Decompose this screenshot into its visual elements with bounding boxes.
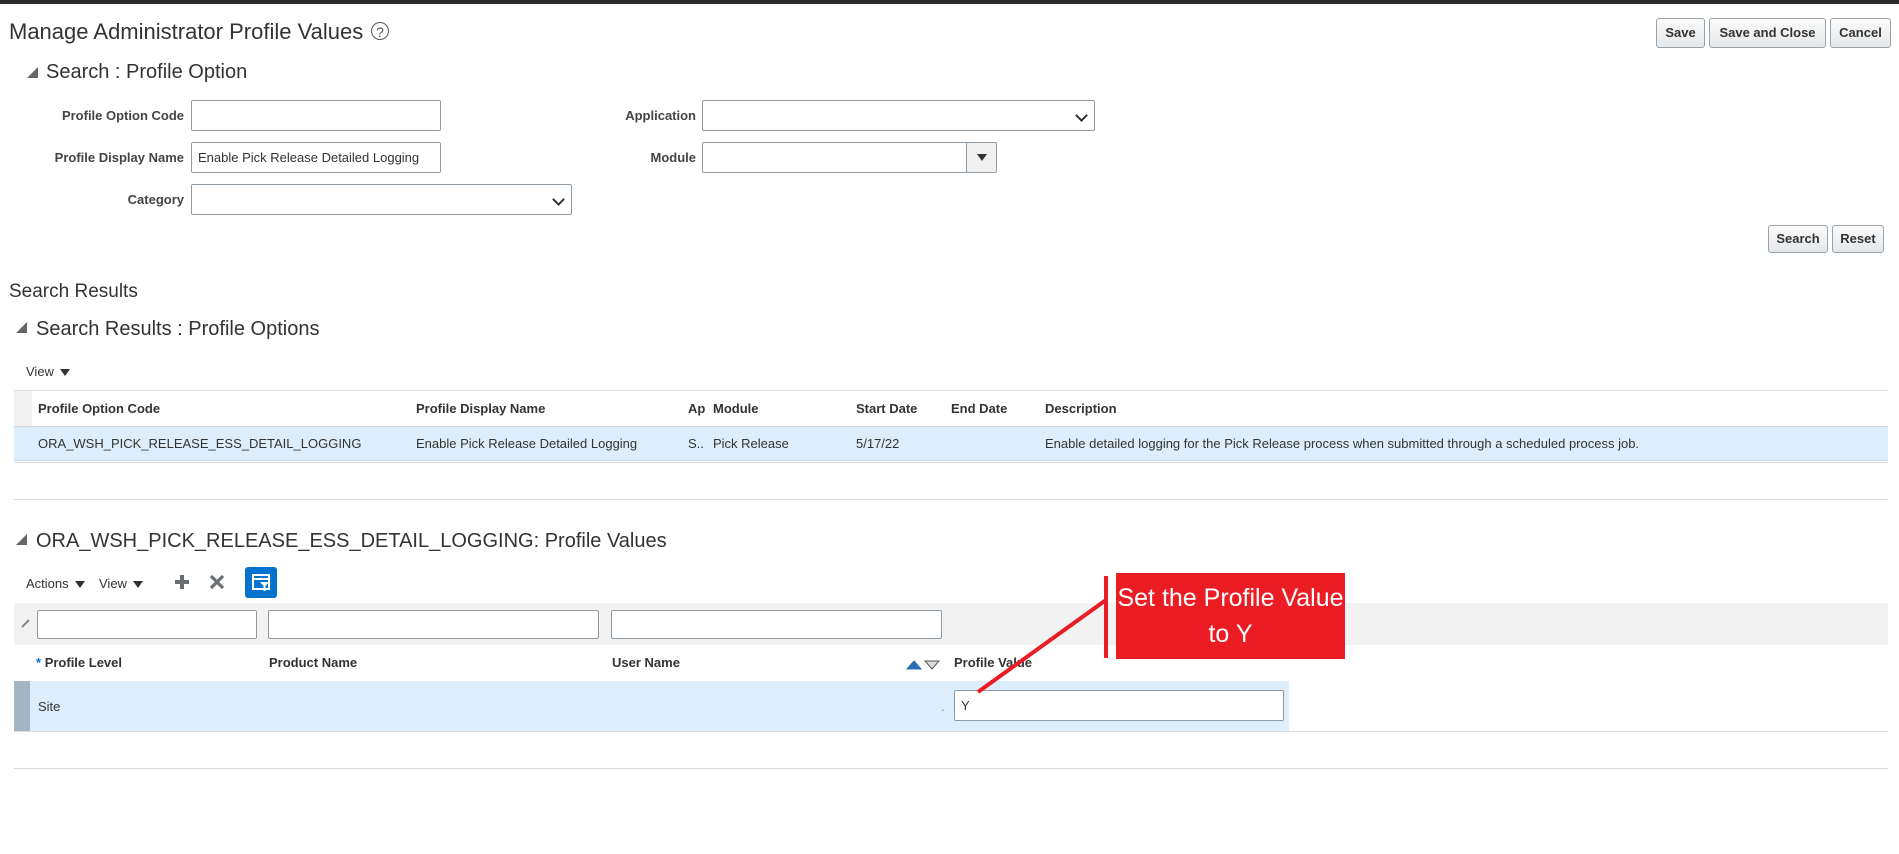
col-end-date[interactable]: End Date (951, 401, 1007, 416)
cell-start-date: 5/17/22 (856, 436, 900, 451)
col-profile-display-name[interactable]: Profile Display Name (416, 401, 545, 416)
cell-profile-level: Site (38, 699, 61, 714)
row-selector[interactable] (14, 681, 30, 731)
search-section-title: Search : Profile Option (46, 61, 248, 83)
col-profile-level[interactable]: * Profile Level (36, 655, 122, 670)
cell-application: S.. (688, 436, 704, 451)
help-circle-icon[interactable]: ? (371, 22, 389, 40)
module-combobox[interactable] (702, 142, 997, 173)
category-select[interactable] (191, 184, 572, 215)
save-and-close-button[interactable]: Save and Close (1709, 18, 1826, 48)
callout-pointer (976, 576, 1108, 694)
results-section-title: Search Results : Profile Options (36, 318, 320, 340)
cell-module: Pick Release (713, 436, 789, 451)
view-menu[interactable]: View (99, 576, 143, 591)
page-title: Manage Administrator Profile Values (9, 19, 364, 44)
profile-option-code-input[interactable] (191, 100, 441, 131)
search-results-heading: Search Results (9, 281, 138, 302)
caret-down-icon (59, 369, 70, 377)
sort-icon[interactable] (905, 657, 941, 671)
dropdown-arrow-icon[interactable] (966, 143, 996, 172)
col-profile-option-code[interactable]: Profile Option Code (38, 401, 160, 416)
filter-user-name-input[interactable] (611, 610, 942, 639)
required-asterisk-icon: * (36, 655, 42, 670)
chevron-down-icon (1075, 109, 1088, 122)
col-profile-level-label: Profile Level (44, 655, 122, 670)
pencil-icon (20, 617, 32, 629)
collapse-triangle-icon[interactable] (27, 67, 38, 78)
filter-product-name-input[interactable] (268, 610, 599, 639)
collapse-triangle-icon[interactable] (16, 534, 27, 545)
filter-profile-level-input[interactable] (37, 610, 257, 639)
chevron-down-icon (552, 193, 565, 206)
cell-display-name: Enable Pick Release Detailed Logging (416, 436, 638, 451)
divider (14, 731, 1888, 732)
application-label: Application (625, 108, 696, 123)
divider (14, 499, 1888, 500)
profile-display-name-input[interactable]: Enable Pick Release Detailed Logging (191, 142, 441, 173)
actions-menu[interactable]: Actions (26, 576, 85, 591)
actions-menu-label: Actions (26, 576, 69, 591)
col-product-name[interactable]: Product Name (269, 655, 357, 670)
divider (14, 390, 1888, 391)
save-button[interactable]: Save (1656, 18, 1705, 48)
col-application[interactable]: Ap (688, 401, 705, 416)
view-menu-label: View (99, 576, 127, 591)
cell-code: ORA_WSH_PICK_RELEASE_ESS_DETAIL_LOGGING (38, 436, 362, 451)
col-start-date[interactable]: Start Date (856, 401, 917, 416)
profile-option-code-label: Profile Option Code (61, 108, 184, 123)
module-label: Module (650, 150, 697, 165)
query-by-example-icon[interactable] (245, 567, 277, 598)
profile-display-name-label: Profile Display Name (54, 150, 184, 165)
col-user-name[interactable]: User Name (612, 655, 680, 670)
application-select[interactable] (702, 100, 1095, 131)
col-module[interactable]: Module (713, 401, 759, 416)
caret-down-icon (132, 581, 143, 589)
col-description[interactable]: Description (1045, 401, 1117, 416)
cell-dot: . (941, 699, 945, 714)
values-section-title: ORA_WSH_PICK_RELEASE_ESS_DETAIL_LOGGING:… (36, 530, 667, 552)
collapse-triangle-icon[interactable] (16, 322, 27, 333)
search-button[interactable]: Search (1768, 225, 1828, 253)
reset-button[interactable]: Reset (1832, 225, 1884, 253)
cancel-button[interactable]: Cancel (1830, 18, 1891, 48)
divider (14, 768, 1888, 769)
view-menu[interactable]: View (26, 364, 70, 379)
top-bar (0, 0, 1899, 4)
caret-down-icon (74, 581, 85, 589)
callout-box: Set the Profile Value to Y (1116, 573, 1345, 659)
view-menu-label: View (26, 364, 54, 379)
add-icon[interactable] (173, 573, 191, 591)
cell-description: Enable detailed logging for the Pick Rel… (1045, 436, 1640, 451)
category-label: Category (127, 192, 184, 207)
divider (14, 462, 1888, 463)
delete-icon[interactable] (208, 573, 226, 591)
